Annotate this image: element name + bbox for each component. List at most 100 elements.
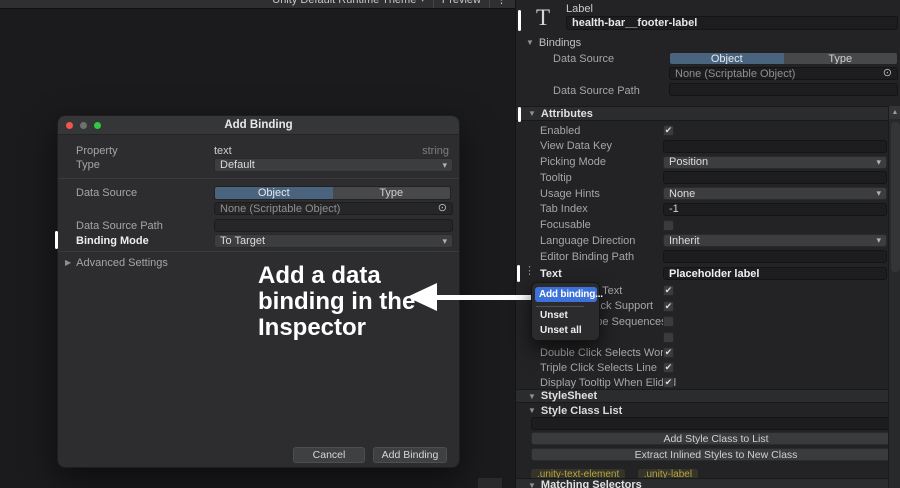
checkbox-checked[interactable]: ✔ — [663, 300, 674, 312]
tab-type[interactable]: Type — [783, 53, 897, 64]
data-source-row: Data Source Object Type — [76, 186, 451, 200]
bindings-data-source-tabs: Object Type — [669, 52, 898, 65]
matching-selectors-section-header[interactable]: ▼ Matching Selectors — [516, 478, 900, 488]
binding-mode-label: Binding Mode — [76, 235, 149, 247]
dialog-titlebar[interactable]: Add Binding — [58, 116, 459, 135]
stylesheet-section-header[interactable]: ▼ StyleSheet — [516, 389, 900, 403]
background-fragment — [478, 478, 502, 488]
attr-row-tooltip: Tooltip — [516, 171, 888, 185]
chevron-down-icon: ▾ — [876, 235, 881, 246]
chevron-down-icon: ▾ — [420, 0, 425, 5]
binding-mode-row: Binding Mode To Target ▾ — [76, 234, 453, 248]
property-value: text — [214, 144, 232, 157]
data-source-path-field[interactable] — [214, 219, 453, 232]
kebab-menu-icon[interactable]: ⋮ — [490, 0, 513, 6]
foldout-open-icon: ▼ — [526, 38, 534, 47]
menu-item-unset[interactable]: Unset — [540, 310, 568, 321]
checkbox-unchecked[interactable] — [663, 219, 674, 231]
cancel-button[interactable]: Cancel — [293, 447, 365, 463]
advanced-settings-foldout[interactable]: ▶ Advanced Settings — [65, 256, 168, 269]
checkbox-checked[interactable]: ✔ — [663, 377, 674, 388]
attr-row-language-direction: Language Direction Inherit ▾ — [516, 234, 888, 248]
checkbox-checked[interactable]: ✔ — [663, 347, 674, 358]
menu-item-unset-all[interactable]: Unset all — [540, 325, 582, 336]
binding-context-menu: Add binding... Unset Unset all — [531, 282, 603, 341]
maximize-window-button[interactable] — [94, 122, 101, 129]
menu-item-add-binding[interactable]: Add binding... — [535, 287, 603, 302]
extract-inlined-styles-button[interactable]: Extract Inlined Styles to New Class — [531, 448, 900, 461]
element-name-field[interactable]: health-bar__footer-label — [566, 16, 898, 30]
checkbox-checked[interactable]: ✔ — [663, 285, 674, 296]
object-reference-field[interactable]: None (Scriptable Object) ⊙ — [214, 202, 453, 215]
checkbox-checked[interactable]: ✔ — [663, 362, 674, 373]
text-field[interactable] — [663, 171, 887, 185]
foldout-closed-icon: ▶ — [65, 258, 72, 267]
tab-index-field[interactable]: -1 — [663, 202, 887, 216]
attr-row-display-tooltip-when-elided: Display Tooltip When Elided ✔ — [540, 376, 677, 389]
object-picker-icon[interactable]: ⊙ — [883, 68, 892, 79]
attr-row-triple-click-selects-line: Triple Click Selects Line ✔ — [540, 361, 674, 374]
object-reference-value: None (Scriptable Object) — [220, 202, 341, 215]
style-class-input[interactable] — [531, 417, 900, 430]
attr-row-focusable: Focusable — [516, 219, 888, 232]
data-source-path-row: Data Source Path — [76, 219, 453, 232]
attr-row-enabled: Enabled ✔ — [540, 124, 674, 137]
type-dropdown-value: Default — [220, 159, 255, 171]
attr-row-picking-mode: Picking Mode Position ▾ — [516, 155, 888, 169]
bindings-data-source-path-label: Data Source Path — [553, 85, 640, 97]
attr-row-tab-index: Tab Index -1 — [516, 202, 888, 216]
data-source-label: Data Source — [76, 187, 138, 199]
property-row: Property text string — [76, 144, 451, 157]
attr-row-double-click-selects-word: Double Click Selects Word ✔ — [540, 346, 674, 359]
foldout-open-icon: ▼ — [528, 109, 536, 118]
type-dropdown[interactable]: Default ▾ — [214, 158, 453, 172]
type-row: Type Default ▾ — [76, 158, 453, 172]
chevron-down-icon: ▾ — [876, 156, 881, 167]
type-label: Type — [76, 159, 100, 171]
foldout-open-icon: ▼ — [528, 391, 536, 401]
annotation-text: Add a data binding in the Inspector — [258, 262, 416, 341]
row-highlight-marker — [517, 265, 520, 282]
text-value-field[interactable]: Placeholder label — [663, 267, 887, 280]
text-field[interactable] — [663, 139, 887, 153]
chevron-down-icon: ▾ — [876, 188, 881, 198]
language-direction-dropdown[interactable]: Inherit ▾ — [663, 234, 887, 248]
checkbox-unchecked[interactable] — [663, 331, 674, 343]
tab-type[interactable]: Type — [332, 187, 450, 199]
tab-object[interactable]: Object — [215, 187, 333, 199]
checkbox-checked[interactable]: ✔ — [663, 125, 674, 136]
divider — [58, 178, 459, 179]
scroll-up-icon[interactable]: ▲ — [889, 106, 900, 119]
inspector-scrollbar[interactable]: ▲ — [888, 106, 900, 488]
binding-mode-value: To Target — [220, 235, 266, 247]
checkbox-unchecked[interactable] — [663, 316, 674, 327]
theme-dropdown[interactable]: Unity Default Runtime Theme ▾ — [264, 0, 433, 6]
bindings-object-field[interactable]: None (Scriptable Object) ⊙ — [669, 67, 898, 80]
attributes-section-header[interactable]: ▼ Attributes — [516, 106, 900, 121]
bindings-data-source-label: Data Source — [553, 53, 615, 65]
binding-mode-dropdown[interactable]: To Target ▾ — [214, 234, 453, 248]
object-picker-icon[interactable]: ⊙ — [438, 203, 447, 214]
text-field[interactable] — [663, 250, 887, 263]
chevron-down-icon: ▾ — [442, 159, 447, 170]
viewport-toolbar: Unity Default Runtime Theme ▾ Preview ⋮ — [0, 0, 515, 9]
drag-handle-icon[interactable]: ⋮ — [524, 266, 535, 277]
add-binding-button[interactable]: Add Binding — [373, 447, 447, 463]
attr-row-usage-hints: Usage Hints None ▾ — [516, 187, 888, 200]
chevron-down-icon: ▾ — [442, 235, 447, 246]
style-class-list-foldout[interactable]: ▼ Style Class List — [528, 404, 622, 417]
picking-mode-dropdown[interactable]: Position ▾ — [663, 155, 887, 169]
usage-hints-dropdown[interactable]: None ▾ — [663, 187, 887, 200]
menu-separator — [536, 306, 584, 307]
bindings-data-source-path-field[interactable] — [669, 83, 898, 96]
element-type-label: Label — [566, 3, 593, 15]
preview-button[interactable]: Preview — [434, 0, 489, 6]
add-style-class-button[interactable]: Add Style Class to List — [531, 432, 900, 445]
row-highlight-marker — [55, 231, 58, 249]
close-window-button[interactable] — [66, 122, 73, 129]
attr-row-view-data-key: View Data Key — [516, 139, 888, 153]
scrollbar-handle[interactable] — [891, 122, 900, 272]
tab-object[interactable]: Object — [670, 53, 784, 64]
minimize-window-button[interactable] — [80, 122, 87, 129]
bindings-foldout[interactable]: ▼ Bindings — [526, 36, 581, 49]
